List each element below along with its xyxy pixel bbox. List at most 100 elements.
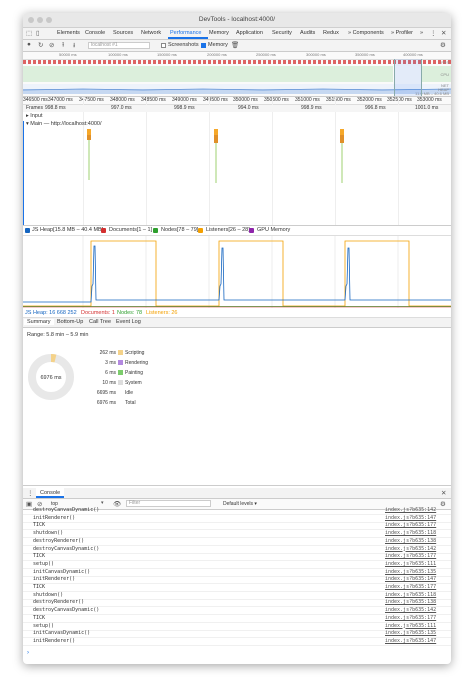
recording-select[interactable]: localhost #1	[88, 42, 150, 49]
console-prompt[interactable]: ›	[27, 650, 29, 656]
log-source-link[interactable]: index.js?b635:142	[385, 546, 436, 552]
inspect-element-icon[interactable]: ⬚	[26, 29, 32, 37]
log-message: destroyRenderer()	[33, 599, 85, 606]
main-tick: 353000 ms	[417, 97, 442, 103]
tab-audits[interactable]: Audits	[300, 30, 315, 36]
tab-performance[interactable]: Performance	[170, 30, 202, 36]
context-dropdown-icon[interactable]: ▾	[101, 500, 104, 506]
idle-strip	[341, 143, 343, 183]
nodes-checkbox[interactable]	[153, 228, 158, 233]
frame-duration[interactable]: 997.0 ms	[111, 105, 132, 111]
frames-track[interactable]: Frames 998.8 ms 997.0 ms 998.9 ms 994.0 …	[23, 105, 451, 112]
frames-label: Frames	[26, 105, 43, 111]
active-tab-indicator	[168, 37, 208, 39]
more-options-icon[interactable]: ⋮	[430, 29, 437, 37]
log-source-link[interactable]: index.js?b635:147	[385, 576, 436, 582]
pie-total-label: 6976 ms	[40, 375, 61, 381]
nodes-stat: Nodes: 78	[117, 310, 143, 316]
main-track-label[interactable]: ▾ Main — http://localhost:4000/	[26, 121, 102, 127]
tab-console[interactable]: Console	[85, 30, 105, 36]
reload-record-icon[interactable]: ↻	[38, 41, 43, 49]
input-track-label[interactable]: ▸ Input	[26, 113, 43, 119]
frame-duration[interactable]: 996.8 ms	[365, 105, 386, 111]
documents-checkbox[interactable]	[101, 228, 106, 233]
tab-network[interactable]: Network	[141, 30, 161, 36]
log-source-link[interactable]: index.js?b635:142	[385, 607, 436, 613]
log-source-link[interactable]: index.js?b635:135	[385, 630, 436, 636]
total-value: 6976 ms	[96, 400, 116, 406]
main-tick: 348000 ms	[110, 97, 135, 103]
frame-duration[interactable]: 998.9 ms	[174, 105, 195, 111]
gpu-memory-legend: GPU Memory	[257, 227, 291, 233]
log-source-link[interactable]: index.js?b635:177	[385, 522, 436, 528]
memory-checkbox[interactable]	[201, 43, 206, 48]
main-tick: 349500 ms	[203, 97, 228, 103]
tab-sources[interactable]: Sources	[113, 30, 133, 36]
task-block[interactable]	[340, 135, 344, 143]
listeners-checkbox[interactable]	[198, 228, 203, 233]
frame-duration[interactable]: 994.0 ms	[238, 105, 259, 111]
log-message: initRenderer()	[33, 514, 76, 521]
frame-duration[interactable]: 998.8 ms	[45, 105, 66, 111]
more-tabs-button[interactable]: »	[420, 30, 423, 36]
garbage-collect-icon[interactable]: 🗑	[231, 41, 239, 49]
timeline-overview[interactable]: 50000 ms 100000 ms 150000 ms 200000 ms 2…	[23, 52, 451, 97]
overview-tick: 100000 ms	[108, 52, 128, 57]
flame-chart[interactable]: 346500 ms 347000 ms 347500 ms 348000 ms …	[23, 97, 451, 226]
log-source-link[interactable]: index.js?b635:118	[385, 592, 436, 598]
tab-elements[interactable]: Elements	[57, 30, 80, 36]
painting-swatch	[118, 370, 123, 375]
tab-event-log[interactable]: Event Log	[113, 319, 144, 325]
log-source-link[interactable]: index.js?b635:111	[385, 561, 436, 567]
tab-bottom-up[interactable]: Bottom-Up	[54, 319, 86, 325]
log-source-link[interactable]: index.js?b635:177	[385, 553, 436, 559]
selection-window[interactable]	[394, 59, 422, 96]
device-toolbar-icon[interactable]: ▯	[36, 29, 40, 37]
tab-profiler[interactable]: » Profiler	[391, 30, 413, 36]
overview-tick: 350000 ms	[355, 52, 375, 57]
settings-gear-icon[interactable]: ⚙	[440, 41, 446, 49]
tab-memory[interactable]: Memory	[209, 30, 229, 36]
log-source-link[interactable]: index.js?b635:138	[385, 538, 436, 544]
painting-value: 6 ms	[105, 370, 116, 376]
log-source-link[interactable]: index.js?b635:142	[385, 507, 436, 513]
rendering-swatch	[118, 360, 123, 365]
tab-summary[interactable]: Summary	[24, 319, 54, 325]
clear-icon[interactable]: ⊘	[49, 41, 54, 49]
main-tick: 350000 ms	[233, 97, 258, 103]
save-profile-icon[interactable]: ⭳	[73, 41, 75, 52]
log-source-link[interactable]: index.js?b635:147	[385, 638, 436, 644]
console-drawer-tab[interactable]: Console	[36, 488, 65, 498]
drawer-menu-icon[interactable]: ⋮	[27, 489, 34, 497]
screenshots-checkbox[interactable]	[161, 43, 166, 48]
log-source-link[interactable]: index.js?b635:177	[385, 584, 436, 590]
log-source-link[interactable]: index.js?b635:147	[385, 515, 436, 521]
frame-duration[interactable]: 1001.0 ms	[415, 105, 438, 111]
close-drawer-icon[interactable]: ✕	[441, 489, 446, 497]
log-source-link[interactable]: index.js?b635:118	[385, 530, 436, 536]
summary-panel: Range: 5.8 min – 5.9 min 6976 ms 262 ms …	[23, 328, 451, 485]
drawer-divider[interactable]	[23, 485, 451, 486]
log-source-link[interactable]: index.js?b635:135	[385, 569, 436, 575]
tab-redux[interactable]: Redux	[323, 30, 339, 36]
record-icon[interactable]: ●	[27, 41, 31, 48]
log-source-link[interactable]: index.js?b635:177	[385, 615, 436, 621]
gpu-memory-checkbox[interactable]	[249, 228, 254, 233]
js-heap-checkbox[interactable]	[25, 228, 30, 233]
main-tick: 351000 ms	[295, 97, 320, 103]
documents-stat: Documents: 1	[81, 310, 115, 316]
load-profile-icon[interactable]: ⭱	[62, 41, 64, 52]
tab-application[interactable]: Application	[236, 30, 263, 36]
log-message: setup()	[33, 622, 55, 629]
tab-security[interactable]: Security	[272, 30, 292, 36]
log-source-link[interactable]: index.js?b635:111	[385, 623, 436, 629]
tab-components[interactable]: » Components	[348, 30, 384, 36]
rendering-label: Rendering	[125, 360, 149, 366]
tab-call-tree[interactable]: Call Tree	[86, 319, 114, 325]
log-source-link[interactable]: index.js?b635:138	[385, 599, 436, 605]
frame-duration[interactable]: 998.9 ms	[301, 105, 322, 111]
console-filter-input[interactable]: Filter	[126, 500, 211, 507]
task-block[interactable]	[214, 135, 218, 143]
log-message: TICK	[33, 522, 46, 529]
close-devtools-icon[interactable]: ✕	[441, 29, 446, 37]
